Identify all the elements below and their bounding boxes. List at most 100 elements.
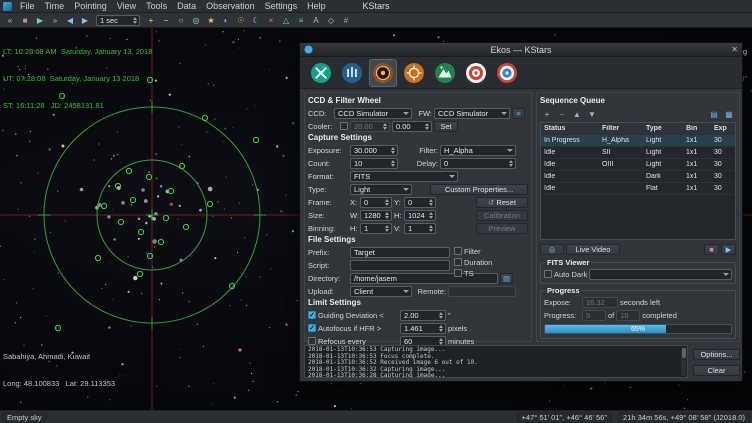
supernovae-toggle-icon[interactable]: ×	[264, 14, 278, 27]
tab-indi[interactable]	[338, 59, 366, 87]
add-job-icon[interactable]: +	[540, 108, 554, 121]
menu-help[interactable]: Help	[302, 0, 331, 13]
prefix-input[interactable]: Target	[350, 247, 450, 258]
kstars-app: File Time Pointing View Tools Data Obser…	[0, 0, 752, 423]
reset-frame-button[interactable]: ↺Reset	[476, 197, 528, 208]
sidereal-time-label: ST: 16:11:28 JD: 2458131.81	[3, 101, 152, 110]
live-video-button[interactable]: Live Video	[566, 244, 620, 255]
set-focus-icon[interactable]: ◎	[189, 14, 203, 27]
set-temperature-button[interactable]: Set	[434, 121, 458, 132]
device-settings-icon[interactable]: ≡	[512, 108, 525, 119]
menu-file[interactable]: File	[15, 0, 40, 13]
menu-tools[interactable]: Tools	[141, 0, 172, 13]
bin-v-spin[interactable]: 1	[404, 223, 436, 234]
options-button[interactable]: Options...	[693, 349, 740, 360]
frame-y-label: Y:	[394, 198, 402, 207]
sequence-row[interactable]: IdleOIIILight1x130	[541, 159, 735, 171]
frame-x-spin[interactable]: 0	[360, 197, 392, 208]
deep-sky-toggle-icon[interactable]: ◐	[219, 14, 233, 27]
time-step-combo[interactable]: 1 sec	[96, 15, 140, 26]
save-sequence-icon[interactable]: ▦	[722, 108, 736, 121]
satellites-toggle-icon[interactable]: △	[279, 14, 293, 27]
bin-h-spin[interactable]: 1	[360, 223, 392, 234]
preview-capture-button[interactable]: ◎	[540, 244, 564, 255]
sequence-row[interactable]: IdleSIILight1x130	[541, 147, 735, 159]
autofocus-hfr-checkbox[interactable]	[308, 324, 316, 332]
tab-observatory[interactable]	[493, 59, 521, 87]
type-combo[interactable]: Light	[350, 184, 412, 195]
find-object-icon[interactable]: ○	[174, 14, 188, 27]
tab-align[interactable]	[431, 59, 459, 87]
cooler-checkbox[interactable]	[340, 122, 348, 130]
format-combo[interactable]: FITS	[350, 171, 458, 182]
clear-button[interactable]: Clear	[693, 365, 740, 376]
size-h-spin[interactable]: 1024	[404, 210, 436, 221]
filter-combo[interactable]: H_Alpha	[440, 145, 516, 156]
prefix-duration-checkbox[interactable]	[454, 258, 462, 266]
menu-data[interactable]: Data	[172, 0, 201, 13]
coordinate-grid-icon[interactable]: #	[339, 14, 353, 27]
time-play-icon[interactable]: ▶	[33, 14, 47, 27]
solar-system-toggle-icon[interactable]: ☉	[234, 14, 248, 27]
sequence-row[interactable]: IdleFlat1x130	[541, 183, 735, 195]
zoom-in-icon[interactable]: +	[144, 14, 158, 27]
time-backward-icon[interactable]: ◀	[63, 14, 77, 27]
time-infobox[interactable]: LT: 10:28:08 AM Saturday, January 13, 20…	[3, 29, 152, 128]
sequence-row[interactable]: IdleDark1x130	[541, 171, 735, 183]
temperature-target-spin[interactable]: 0.00	[392, 121, 432, 132]
custom-properties-button[interactable]: Custom Properties...	[430, 184, 528, 195]
menu-observation[interactable]: Observation	[201, 0, 260, 13]
sequence-row[interactable]: In ProgressH_AlphaLight1x130	[541, 135, 735, 147]
tab-guide[interactable]	[462, 59, 490, 87]
menu-settings[interactable]: Settings	[260, 0, 303, 13]
upload-combo[interactable]: Client	[350, 286, 412, 297]
move-up-icon[interactable]: ▲	[570, 108, 584, 121]
temperature-current-spin[interactable]: 20.00	[350, 121, 390, 132]
time-forward-icon[interactable]: ▶	[78, 14, 92, 27]
open-sequence-icon[interactable]: ▤	[707, 108, 721, 121]
autofocus-hfr-spin[interactable]: 1.461	[400, 323, 446, 334]
stars-toggle-icon[interactable]: ★	[204, 14, 218, 27]
milky-way-icon[interactable]: ◇	[324, 14, 338, 27]
auto-dark-checkbox[interactable]	[544, 270, 552, 278]
menu-time[interactable]: Time	[40, 0, 70, 13]
size-h-label: H:	[394, 211, 402, 220]
prefix-ts-checkbox[interactable]	[454, 269, 462, 277]
constellation-names-icon[interactable]: A	[309, 14, 323, 27]
script-input[interactable]	[350, 260, 450, 271]
frame-y-spin[interactable]: 0	[404, 197, 436, 208]
stop-sequence-button[interactable]: ■	[704, 244, 719, 255]
fw-combo[interactable]: CCD Simulator	[434, 108, 510, 119]
close-icon[interactable]: ✕	[731, 45, 738, 54]
count-spin[interactable]: 10	[350, 158, 398, 169]
ccd-combo[interactable]: CCD Simulator	[334, 108, 412, 119]
guiding-deviation-spin[interactable]: 2.00	[400, 310, 446, 321]
tab-capture[interactable]	[369, 59, 397, 87]
preview-button[interactable]: Preview	[476, 223, 528, 234]
tab-focus[interactable]	[400, 59, 428, 87]
time-step-forward-icon[interactable]: »	[48, 14, 62, 27]
effects-combo[interactable]	[589, 269, 732, 280]
exposure-spin[interactable]: 30.000	[350, 145, 398, 156]
time-stop-icon[interactable]: ■	[18, 14, 32, 27]
prefix-filter-checkbox[interactable]	[454, 247, 462, 255]
ekos-titlebar[interactable]: Ekos — KStars ✕	[300, 43, 742, 57]
menu-pointing[interactable]: Pointing	[69, 0, 112, 13]
size-w-spin[interactable]: 1280	[360, 210, 392, 221]
zoom-out-icon[interactable]: −	[159, 14, 173, 27]
remove-job-icon[interactable]: −	[555, 108, 569, 121]
tab-setup[interactable]	[307, 59, 335, 87]
calibration-button[interactable]: Calibration	[476, 210, 528, 221]
start-sequence-button[interactable]: ▶	[721, 244, 736, 255]
move-down-icon[interactable]: ▼	[585, 108, 599, 121]
menu-view[interactable]: View	[112, 0, 141, 13]
moon-toggle-icon[interactable]: ☾	[249, 14, 263, 27]
delay-spin[interactable]: 0	[440, 158, 516, 169]
log-scrollbar[interactable]	[681, 347, 686, 376]
remote-input[interactable]	[448, 286, 516, 297]
constellation-lines-icon[interactable]: ≡	[294, 14, 308, 27]
guiding-deviation-checkbox[interactable]	[308, 311, 316, 319]
location-infobox[interactable]: Sabahiya, Ahmadi, Kuwait Long: 48.100833…	[3, 334, 115, 406]
time-rewind-icon[interactable]: «	[3, 14, 17, 27]
refocus-every-checkbox[interactable]	[308, 337, 316, 345]
